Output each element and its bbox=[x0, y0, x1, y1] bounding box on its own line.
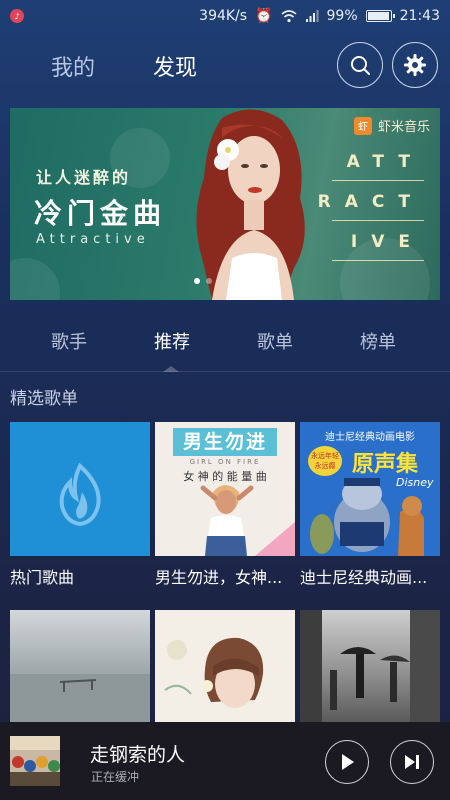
battery-percent: 99% bbox=[326, 8, 358, 24]
playlist-cover bbox=[300, 610, 440, 722]
banner-rule bbox=[332, 260, 424, 261]
playlist-title: 迪士尼经典动画... bbox=[300, 568, 428, 587]
search-icon bbox=[351, 56, 370, 75]
brand-badge: 虾 虾米音乐 bbox=[353, 116, 430, 135]
cover-artwork bbox=[164, 637, 264, 708]
banner-attr-line: ATT bbox=[346, 152, 424, 172]
category-tabs: 歌手 推荐 歌单 榜单 bbox=[0, 318, 450, 372]
play-button[interactable] bbox=[325, 740, 369, 784]
pagination-dot[interactable] bbox=[194, 278, 200, 284]
cover-artwork bbox=[310, 478, 424, 556]
signal-icon bbox=[305, 10, 319, 22]
playlist-card[interactable] bbox=[300, 610, 440, 722]
tab-charts[interactable]: 榜单 bbox=[360, 328, 396, 354]
playlist-card[interactable] bbox=[10, 610, 150, 722]
playlist-card[interactable]: 热门歌曲 bbox=[10, 422, 150, 588]
tab-discover[interactable]: 发现 bbox=[153, 50, 197, 82]
network-speed: 394K/s bbox=[199, 8, 248, 24]
play-icon bbox=[342, 754, 354, 770]
now-playing-status: 正在缓冲 bbox=[91, 770, 140, 784]
banner-portrait-image bbox=[196, 109, 305, 300]
banner-subtitle: 让人迷醉的 bbox=[36, 168, 132, 187]
flame-icon bbox=[59, 462, 101, 527]
banner-decoration bbox=[10, 258, 60, 300]
gear-icon bbox=[404, 54, 426, 76]
playlist-card[interactable] bbox=[155, 610, 295, 722]
battery-icon bbox=[365, 10, 395, 22]
music-notification-icon: ♪ bbox=[10, 9, 24, 23]
clock: 21:43 bbox=[399, 8, 440, 24]
alarm-icon: ⏰ bbox=[255, 8, 273, 24]
banner-rule bbox=[332, 180, 424, 181]
tab-singers[interactable]: 歌手 bbox=[51, 328, 87, 354]
banner-title: 冷门金曲 bbox=[34, 197, 167, 230]
cover-artwork bbox=[10, 674, 150, 722]
playlist-cover bbox=[155, 610, 295, 722]
banner-attr-line: IVE bbox=[350, 232, 424, 252]
playlist-cover bbox=[10, 422, 150, 556]
banner-attr-line: RACT bbox=[317, 192, 424, 212]
album-art bbox=[10, 736, 60, 786]
tab-playlists[interactable]: 歌单 bbox=[257, 328, 293, 354]
banner-rule bbox=[332, 220, 424, 221]
now-playing-cover bbox=[10, 736, 60, 786]
cover-artwork bbox=[200, 485, 295, 556]
section-title: 精选歌单 bbox=[10, 389, 78, 409]
tab-mine[interactable]: 我的 bbox=[51, 50, 95, 82]
brand-name: 虾米音乐 bbox=[377, 120, 430, 135]
now-playing-title: 走钢索的人 bbox=[90, 744, 186, 766]
playlist-cover: 迪士尼经典动画电影 永远年轻 永远癫 原声集 Disney bbox=[300, 422, 440, 556]
banner-english-title: Attractive bbox=[36, 232, 150, 247]
mini-player[interactable]: 走钢索的人 正在缓冲 bbox=[0, 722, 450, 800]
pagination-dot[interactable] bbox=[206, 278, 212, 284]
playlist-card[interactable]: 男生勿进 GIRL ON FIRE 女 神 的 能 量 曲 男生勿进，女神... bbox=[155, 422, 295, 588]
tab-recommended[interactable]: 推荐 bbox=[154, 328, 190, 354]
playlist-cover bbox=[10, 610, 150, 722]
active-tab-indicator bbox=[163, 366, 179, 372]
playlist-title: 男生勿进，女神... bbox=[155, 568, 283, 587]
xiami-logo-icon: 虾 bbox=[353, 116, 372, 135]
skip-next-icon bbox=[405, 755, 419, 769]
status-bar: ♪ 394K/s ⏰ 99% 21:43 bbox=[0, 0, 450, 32]
playlist-title: 热门歌曲 bbox=[10, 568, 75, 587]
promo-banner[interactable]: 让人迷醉的 冷门金曲 Attractive 虾 虾米音乐 ATT RACT IV… bbox=[10, 108, 440, 300]
playlist-cover: 男生勿进 GIRL ON FIRE 女 神 的 能 量 曲 bbox=[155, 422, 295, 556]
playlist-card[interactable]: 迪士尼经典动画电影 永远年轻 永远癫 原声集 Disney 迪士尼经典动画... bbox=[300, 422, 440, 588]
banner-pagination bbox=[194, 278, 212, 284]
top-header: 我的 发现 bbox=[0, 40, 450, 90]
next-button[interactable] bbox=[390, 740, 434, 784]
cover-artwork bbox=[300, 610, 440, 722]
settings-button[interactable] bbox=[392, 42, 438, 88]
wifi-icon bbox=[280, 10, 297, 23]
search-button[interactable] bbox=[337, 42, 383, 88]
